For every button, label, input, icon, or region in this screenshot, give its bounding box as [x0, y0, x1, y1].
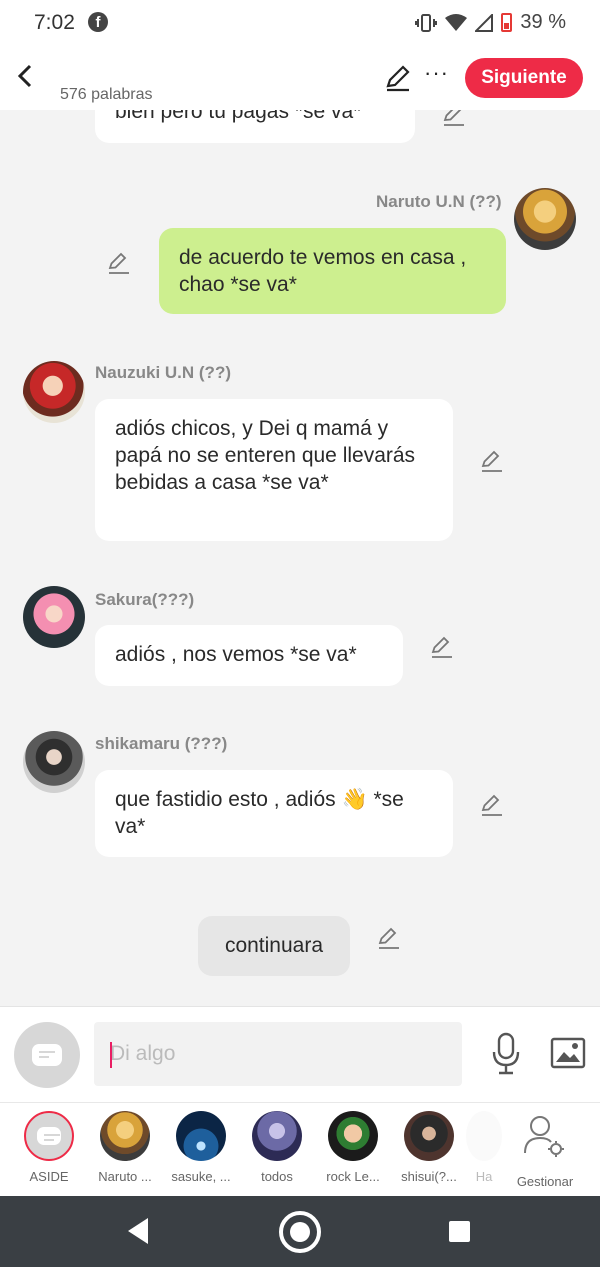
microphone-icon[interactable]	[490, 1032, 522, 1076]
message-text: adiós , nos vemos *se va*	[115, 643, 357, 666]
image-icon[interactable]	[550, 1037, 586, 1069]
next-button[interactable]: Siguiente	[465, 58, 583, 98]
edit-message-icon[interactable]	[107, 252, 131, 276]
avatar[interactable]	[23, 361, 85, 423]
back-arrow-icon[interactable]	[12, 60, 40, 92]
character-naruto[interactable]: Naruto ...	[87, 1111, 163, 1184]
character-rock-lee[interactable]: rock Le...	[315, 1111, 391, 1184]
message-text: bien pero tu pagas *se va*	[115, 110, 362, 123]
character-label: ASIDE	[29, 1169, 69, 1184]
character-sasuke[interactable]: sasuke, ...	[163, 1111, 239, 1184]
character-label: rock Le...	[326, 1169, 380, 1184]
character-aside[interactable]: ASIDE	[11, 1111, 87, 1184]
sender-name: Naruto U.N (??)	[376, 192, 502, 211]
character-label: sasuke, ...	[171, 1169, 231, 1184]
battery-icon	[501, 13, 513, 32]
facebook-icon: f	[88, 12, 108, 32]
message-bubble[interactable]: adiós , nos vemos *se va*	[95, 625, 403, 686]
text-cursor	[110, 1042, 112, 1068]
narration-icon	[32, 1044, 62, 1066]
avatar	[328, 1111, 378, 1161]
character-label: Naruto ...	[98, 1169, 152, 1184]
aside-avatar	[24, 1111, 74, 1161]
avatar	[176, 1111, 226, 1161]
chat-area[interactable]: bien pero tu pagas *se va* Naruto U.N (?…	[0, 110, 600, 1006]
signal-icon	[475, 13, 494, 32]
nav-back-icon[interactable]	[128, 1218, 148, 1244]
nav-home-icon[interactable]	[279, 1211, 321, 1253]
manage-user-icon	[524, 1116, 564, 1157]
edit-message-icon[interactable]	[430, 636, 454, 660]
message-text: de acuerdo te vemos en casa , chao *se v…	[179, 246, 467, 296]
avatar[interactable]	[514, 188, 576, 250]
sender-name: Sakura(???)	[95, 590, 195, 609]
word-count: 576 palabras	[60, 86, 153, 103]
message-bubble[interactable]: que fastidio esto , adiós 👋 *se va*	[95, 770, 453, 857]
message-text: que fastidio esto , adiós 👋 *se va*	[115, 788, 404, 838]
battery-level: 39 %	[520, 11, 566, 33]
edit-message-icon[interactable]	[480, 794, 504, 818]
nav-recents-icon[interactable]	[449, 1221, 470, 1242]
aside-toggle-button[interactable]	[14, 1022, 80, 1088]
status-bar: 7:02 f 39 %	[0, 0, 600, 46]
input-bar	[0, 1006, 600, 1102]
avatar	[100, 1111, 150, 1161]
edit-message-icon[interactable]	[442, 110, 466, 128]
edit-message-icon[interactable]	[480, 450, 504, 474]
character-shisui[interactable]: shisui(?...	[391, 1111, 467, 1184]
narration-bubble[interactable]: continuara	[198, 916, 350, 976]
more-options-icon[interactable]: ···	[424, 60, 449, 86]
sender-name: shikamaru (???)	[95, 734, 228, 753]
character-label: Ha	[475, 1169, 493, 1184]
character-label: shisui(?...	[401, 1169, 457, 1184]
character-label: todos	[261, 1169, 293, 1184]
avatar	[404, 1111, 454, 1161]
sender-name: Nauzuki U.N (??)	[95, 363, 231, 382]
edit-pen-icon[interactable]	[384, 64, 412, 92]
system-nav-bar	[0, 1196, 600, 1267]
manage-characters-button[interactable]: Gestionar	[507, 1111, 583, 1189]
narration-icon	[37, 1127, 61, 1145]
wifi-icon	[445, 13, 468, 31]
character-partial[interactable]: Ha	[466, 1111, 502, 1184]
message-text: adiós chicos, y Dei q mamá y papá no se …	[115, 417, 416, 494]
vibrate-icon	[415, 13, 438, 32]
avatar[interactable]	[23, 586, 85, 648]
character-todos[interactable]: todos	[239, 1111, 315, 1184]
message-bubble[interactable]: de acuerdo te vemos en casa , chao *se v…	[159, 228, 506, 314]
message-bubble[interactable]: bien pero tu pagas *se va*	[95, 110, 415, 143]
character-label: Gestionar	[516, 1174, 574, 1189]
avatar	[252, 1111, 302, 1161]
message-input[interactable]	[94, 1022, 462, 1086]
edit-message-icon[interactable]	[377, 927, 401, 951]
narration-text: continuara	[224, 934, 324, 957]
avatar[interactable]	[23, 731, 85, 793]
message-bubble[interactable]: adiós chicos, y Dei q mamá y papá no se …	[95, 399, 453, 541]
avatar	[466, 1111, 502, 1161]
character-bar: ASIDE Naruto ... sasuke, ... todos rock …	[0, 1102, 600, 1196]
status-time: 7:02	[34, 11, 75, 34]
top-bar: 576 palabras ··· Siguiente	[0, 46, 600, 110]
